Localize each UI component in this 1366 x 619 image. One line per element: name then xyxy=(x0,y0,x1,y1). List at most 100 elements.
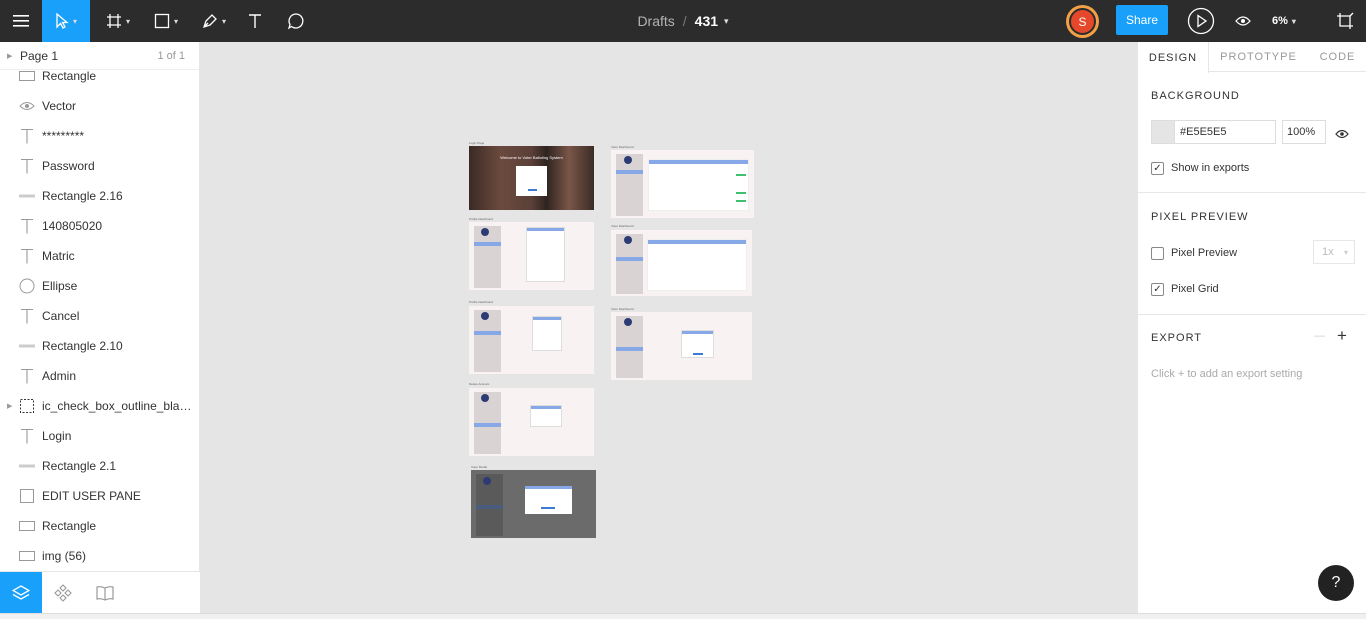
layer-row[interactable]: 140805020 xyxy=(0,211,200,241)
layer-row[interactable]: Matric xyxy=(0,241,200,271)
pixel-preview-scale-value: 1x xyxy=(1322,246,1334,258)
zoom-level: 6% xyxy=(1272,15,1288,27)
resize-button[interactable] xyxy=(1334,0,1356,42)
layer-name: Ellipse xyxy=(42,279,78,293)
pixel-grid-checkbox[interactable]: ✓ xyxy=(1151,283,1164,296)
move-tool-button[interactable]: ▾ xyxy=(42,0,90,42)
layer-name: ********* xyxy=(42,129,85,143)
visibility-toggle[interactable] xyxy=(1335,126,1349,144)
frame-vote[interactable] xyxy=(611,312,752,380)
layer-row[interactable]: Rectangle xyxy=(0,511,200,541)
frame-label: Voter Dashboard xyxy=(611,145,634,149)
layer-row[interactable]: EDIT USER PANE xyxy=(0,481,200,511)
frame-nav-active xyxy=(474,423,501,427)
share-button[interactable]: Share xyxy=(1116,5,1168,35)
pixel-preview-scale-select[interactable]: 1x ▾ xyxy=(1313,240,1355,264)
pixel-preview-checkbox[interactable] xyxy=(1151,247,1164,260)
zoom-dropdown[interactable]: 6% ▾ xyxy=(1272,0,1296,42)
comment-tool-button[interactable] xyxy=(282,0,310,42)
menu-button[interactable] xyxy=(0,0,42,42)
pixel-preview-label: Pixel Preview xyxy=(1171,247,1238,259)
layer-row[interactable]: Rectangle 2.10 xyxy=(0,331,200,361)
layers-tab[interactable] xyxy=(0,572,42,614)
eye-icon xyxy=(1335,129,1349,139)
caret-right-icon[interactable]: ▶ xyxy=(7,402,12,410)
tab-code[interactable]: CODE xyxy=(1308,42,1366,72)
background-color-swatch[interactable] xyxy=(1151,120,1175,144)
status-bar xyxy=(0,613,1366,619)
layer-row[interactable]: Login xyxy=(0,421,200,451)
frame-icon xyxy=(18,397,36,415)
frame-card xyxy=(525,486,572,514)
toolbar: ▾ ▾ ▾ ▾ Drafts / 431 ▾ S Share 6% ▾ xyxy=(0,0,1366,42)
frame-sidebar xyxy=(474,310,501,372)
rectangle-icon xyxy=(18,547,36,565)
chevron-down-icon[interactable]: ▾ xyxy=(724,16,729,27)
layer-row[interactable]: Admin xyxy=(0,361,200,391)
layer-row[interactable]: ********* xyxy=(0,121,200,151)
logo-icon xyxy=(481,312,489,320)
frame-modal[interactable] xyxy=(471,470,596,538)
page-selector[interactable]: ▶ Page 1 1 of 1 xyxy=(0,42,199,70)
pixel-preview-section-title: PIXEL PREVIEW xyxy=(1151,211,1249,223)
frame-table xyxy=(648,159,749,211)
help-button[interactable]: ? xyxy=(1318,565,1354,601)
tab-design[interactable]: DESIGN xyxy=(1138,42,1209,73)
layers-panel: ▶ Page 1 1 of 1 Rectangle Vector *********… xyxy=(0,42,200,614)
layer-row[interactable]: Vector xyxy=(0,91,200,121)
remove-export-button[interactable]: — xyxy=(1314,330,1325,342)
frame-tool-button[interactable]: ▾ xyxy=(98,0,138,42)
layer-row[interactable]: img (56) xyxy=(0,541,200,571)
chevron-down-icon: ▾ xyxy=(72,16,77,26)
layer-row[interactable]: Rectangle 2.16 xyxy=(0,181,200,211)
layer-row[interactable]: Cancel xyxy=(0,301,200,331)
show-in-exports-checkbox[interactable]: ✓ xyxy=(1151,162,1164,175)
frame-nav-active xyxy=(616,347,643,351)
layer-name: Rectangle 2.1 xyxy=(42,459,117,473)
frame-edit[interactable] xyxy=(469,306,594,374)
file-name[interactable]: 431 xyxy=(695,13,718,29)
rectangle-icon xyxy=(154,13,170,29)
frame-login[interactable]: Welcome to Voter Balloting System xyxy=(469,146,594,210)
frame-label: Login Page xyxy=(469,141,485,145)
layer-row[interactable]: Rectangle 2.1 xyxy=(0,451,200,481)
eye-icon xyxy=(18,97,36,115)
shape-tool-button[interactable]: ▾ xyxy=(146,0,186,42)
frame-delete[interactable] xyxy=(469,388,594,456)
layer-row[interactable]: Ellipse xyxy=(0,271,200,301)
frame-label: Voter Modal xyxy=(471,465,488,469)
view-button[interactable] xyxy=(1232,0,1254,42)
frame-label: Profile Dashboard xyxy=(469,300,494,304)
line-icon xyxy=(18,457,36,475)
library-tab[interactable] xyxy=(84,572,126,614)
frame-card xyxy=(530,405,562,427)
add-export-button[interactable]: + xyxy=(1337,326,1347,346)
avatar[interactable]: S xyxy=(1066,5,1099,38)
frame-sidebar xyxy=(474,226,501,288)
tab-prototype[interactable]: PROTOTYPE xyxy=(1210,42,1307,72)
background-hex-input[interactable]: #E5E5E5 xyxy=(1174,120,1276,144)
pen-icon xyxy=(202,14,217,29)
canvas[interactable]: Login Page Welcome to Voter Balloting Sy… xyxy=(201,42,1137,613)
background-opacity-input[interactable]: 100% xyxy=(1282,120,1326,144)
frame-card xyxy=(681,330,714,358)
text-tool-button[interactable] xyxy=(242,0,268,42)
components-tab[interactable] xyxy=(42,572,84,614)
text-icon xyxy=(18,157,36,175)
present-button[interactable] xyxy=(1186,0,1216,42)
layer-row[interactable]: ▶ ic_check_box_outline_blank_... xyxy=(0,391,200,421)
layer-row[interactable]: Rectangle xyxy=(0,70,200,91)
pen-tool-button[interactable]: ▾ xyxy=(194,0,234,42)
chevron-down-icon: ▾ xyxy=(173,16,178,26)
frame-profile[interactable] xyxy=(469,222,594,290)
line-icon xyxy=(18,337,36,355)
square-icon xyxy=(18,487,36,505)
frame-results[interactable] xyxy=(611,230,752,296)
layer-row[interactable]: Password xyxy=(0,151,200,181)
layer-name: img (56) xyxy=(42,549,87,563)
frame-voters[interactable] xyxy=(611,150,754,218)
layer-name: 140805020 xyxy=(42,219,103,233)
breadcrumb-drafts[interactable]: Drafts xyxy=(637,13,674,29)
layer-name: Rectangle xyxy=(42,519,97,533)
text-icon xyxy=(249,14,261,28)
